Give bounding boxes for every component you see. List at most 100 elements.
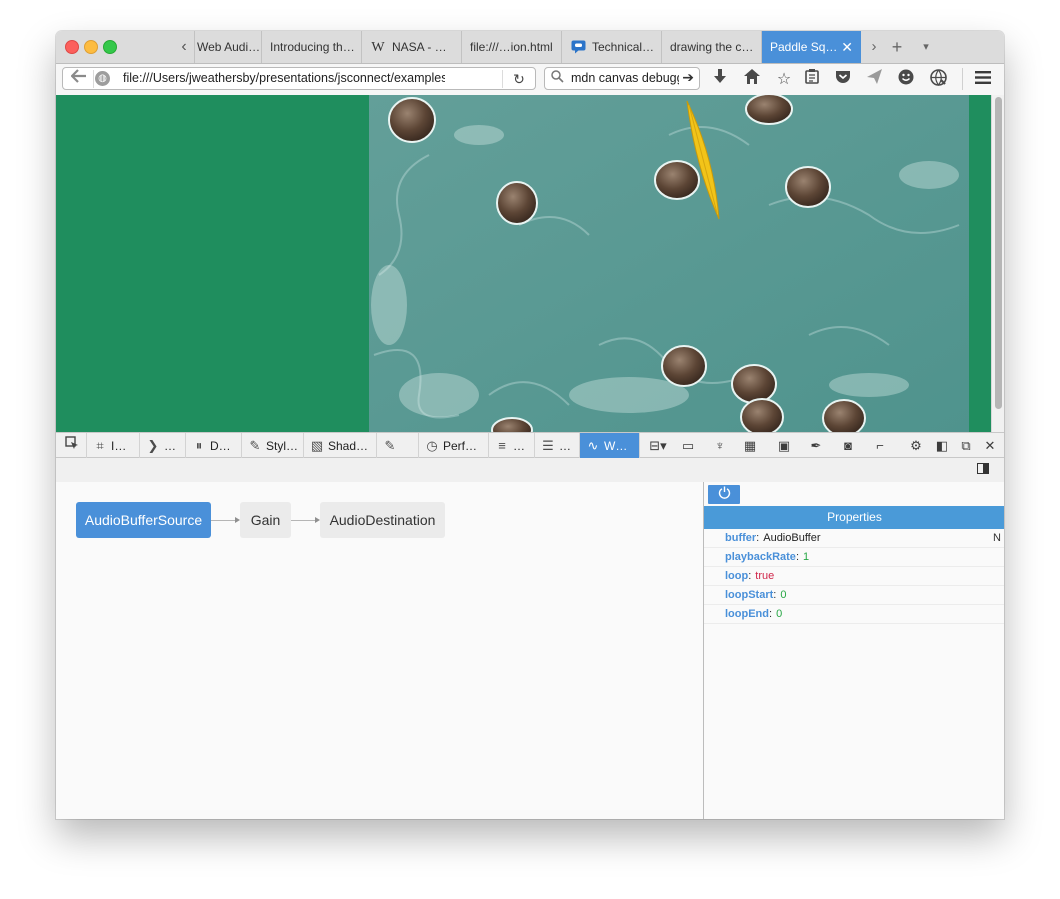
scrollbar-thumb[interactable] bbox=[995, 97, 1002, 409]
downloads-icon[interactable] bbox=[709, 69, 731, 91]
tab-drawing[interactable]: drawing the c… bbox=[661, 31, 761, 63]
property-value[interactable]: 0 bbox=[780, 589, 786, 601]
reload-icon[interactable]: ↻ bbox=[509, 70, 529, 88]
rulers-icon[interactable]: ⌐ bbox=[868, 433, 892, 458]
tab-network[interactable]: ≡… bbox=[489, 433, 535, 458]
developer-globe-icon[interactable] bbox=[927, 69, 949, 91]
property-name: loop: true bbox=[725, 570, 775, 582]
globe-icon[interactable]: ◍ bbox=[95, 71, 110, 86]
close-window-button[interactable] bbox=[65, 40, 79, 54]
property-value[interactable]: true bbox=[755, 570, 774, 582]
tab-inspector[interactable]: ⌗ I… bbox=[86, 433, 140, 458]
bypass-power-button[interactable] bbox=[708, 485, 740, 504]
property-row-loopstart[interactable]: loopStart: 0 bbox=[704, 586, 1004, 605]
tab-debugger[interactable]: ⏸ D… bbox=[186, 433, 242, 458]
tab-file-html[interactable]: file:///…ion.html bbox=[461, 31, 561, 63]
tab-shader-editor[interactable]: ▧ Shad… bbox=[304, 433, 377, 458]
screenshot-camera-icon[interactable]: ◙ bbox=[836, 433, 860, 458]
game-canvas[interactable] bbox=[369, 95, 969, 432]
property-value[interactable]: 0 bbox=[776, 608, 782, 620]
list-all-tabs-icon[interactable]: ▾ bbox=[916, 37, 936, 57]
tab-nasa[interactable]: W NASA - … bbox=[361, 31, 461, 63]
property-row-loopend[interactable]: loopEnd: 0 bbox=[704, 605, 1004, 624]
tab-scroll-right-icon[interactable]: › bbox=[864, 37, 884, 57]
tab-web-audio[interactable]: Web Audi… bbox=[194, 31, 261, 63]
navigation-bar: ◍ file:///Users/jweathersby/presentation… bbox=[56, 64, 1004, 96]
tab-scroll-left-icon[interactable]: ‹ bbox=[176, 37, 192, 57]
tool-label: … bbox=[559, 439, 571, 453]
tab-bar: ‹ Web Audi… Introducing th… W NASA - … fi… bbox=[56, 31, 1004, 64]
responsive-mode-icon[interactable]: ▣ bbox=[772, 433, 796, 458]
zoom-window-button[interactable] bbox=[103, 40, 117, 54]
tab-label: drawing the c… bbox=[670, 40, 754, 54]
audio-node-audiobuffersource[interactable]: AudioBufferSource bbox=[76, 502, 211, 538]
new-tab-button[interactable]: + bbox=[887, 37, 907, 57]
undock-window-icon[interactable]: ⧉ bbox=[954, 433, 978, 458]
tab-paddle-squash[interactable]: Paddle Sq… ✕ bbox=[761, 31, 861, 63]
tab-technical[interactable]: Technical… bbox=[561, 31, 661, 63]
hello-smiley-icon[interactable] bbox=[895, 69, 917, 91]
tab-performance[interactable]: ◷ Perf… bbox=[419, 433, 489, 458]
tool-label: I… bbox=[111, 439, 127, 453]
minimize-window-button[interactable] bbox=[84, 40, 98, 54]
audio-node-gain[interactable]: Gain bbox=[240, 502, 291, 538]
reading-list-icon[interactable] bbox=[801, 69, 823, 91]
tab-storage[interactable]: ☰… bbox=[535, 433, 580, 458]
home-icon[interactable] bbox=[741, 69, 763, 91]
property-row-buffer[interactable]: buffer: AudioBuffer N bbox=[704, 529, 1004, 548]
console-icon: ❯ bbox=[147, 438, 159, 453]
property-value[interactable]: AudioBuffer bbox=[763, 532, 820, 544]
property-key: playbackRate bbox=[725, 551, 796, 563]
performance-icon: ◷ bbox=[426, 438, 438, 453]
paintbrush-icon[interactable]: ♆ bbox=[708, 433, 732, 458]
url-separator bbox=[93, 70, 94, 88]
search-input[interactable]: mdn canvas debugg bbox=[571, 71, 679, 85]
toggle-inspector-icon[interactable] bbox=[976, 463, 990, 475]
tab-console[interactable]: ❯… bbox=[140, 433, 186, 458]
tab-introducing[interactable]: Introducing th… bbox=[261, 31, 361, 63]
audio-node-audiodestination[interactable]: AudioDestination bbox=[320, 502, 445, 538]
audio-graph: AudioBufferSource Gain AudioDestination bbox=[56, 482, 703, 819]
property-row-playbackrate[interactable]: playbackRate: 1 bbox=[704, 548, 1004, 567]
property-value[interactable]: 1 bbox=[803, 551, 809, 563]
dock-side-icon[interactable]: ◧ bbox=[930, 433, 954, 458]
shader-editor-icon: ▧ bbox=[310, 438, 324, 453]
wikipedia-icon: W bbox=[371, 39, 385, 55]
property-row-loop[interactable]: loop: true bbox=[704, 567, 1004, 586]
bookmark-star-icon[interactable]: ☆ bbox=[773, 69, 795, 91]
scratchpad-icon[interactable]: ▦ bbox=[738, 433, 762, 458]
search-go-icon[interactable]: ➔ bbox=[682, 69, 694, 86]
canvas-icon: ✎ bbox=[384, 438, 396, 453]
split-console-icon[interactable]: ▭ bbox=[676, 433, 700, 458]
tab-label: Technical… bbox=[592, 40, 655, 54]
element-picker-icon[interactable] bbox=[60, 433, 84, 458]
tool-label: Perf… bbox=[443, 439, 478, 453]
network-icon: ≡ bbox=[498, 438, 506, 453]
search-bar[interactable]: mdn canvas debugg ➔ bbox=[544, 67, 700, 90]
page-scrollbar[interactable] bbox=[991, 95, 1004, 432]
send-icon[interactable] bbox=[863, 69, 885, 91]
graph-edge bbox=[291, 520, 316, 521]
hamburger-menu-icon[interactable] bbox=[972, 69, 994, 91]
url-bar[interactable]: ◍ file:///Users/jweathersby/presentation… bbox=[62, 67, 536, 90]
close-tab-icon[interactable]: ✕ bbox=[841, 31, 853, 63]
tool-label: D… bbox=[210, 439, 231, 453]
property-name: buffer: AudioBuffer bbox=[725, 532, 821, 544]
tab-canvas[interactable]: ✎ bbox=[377, 433, 419, 458]
pocket-icon[interactable] bbox=[832, 69, 854, 91]
eyedropper-icon[interactable]: ✒ bbox=[804, 433, 828, 458]
tab-web-audio-editor[interactable]: ∿ W… bbox=[580, 433, 640, 458]
search-icon bbox=[551, 70, 564, 86]
tab-style-editor[interactable]: ✎ Styl… bbox=[242, 433, 304, 458]
reload-separator bbox=[502, 70, 503, 88]
back-arrow-icon[interactable] bbox=[67, 69, 91, 89]
url-input[interactable]: file:///Users/jweathersby/presentations/… bbox=[123, 71, 445, 85]
page-viewport bbox=[56, 95, 1004, 432]
settings-gear-icon[interactable]: ⚙ bbox=[904, 433, 928, 458]
inspector-icon: ⌗ bbox=[96, 438, 104, 453]
tab-label: Web Audi… bbox=[197, 40, 261, 54]
close-devtools-icon[interactable]: ✕ bbox=[978, 433, 1002, 458]
web-audio-toolbar bbox=[56, 458, 1004, 483]
graph-edge bbox=[211, 520, 236, 521]
more-tools-chevron-icon[interactable]: ⊟▾ bbox=[644, 433, 672, 458]
